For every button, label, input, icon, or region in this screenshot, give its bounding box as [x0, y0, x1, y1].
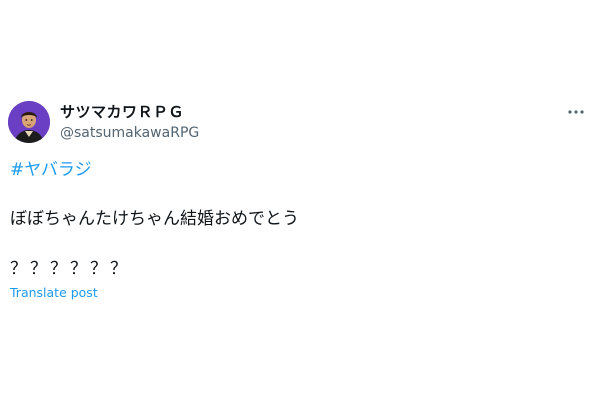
tweet-header: サツマカワＲＰＧ @satsumakawaRPG [8, 100, 592, 146]
user-handle[interactable]: @satsumakawaRPG [60, 123, 199, 143]
tweet: サツマカワＲＰＧ @satsumakawaRPG #ヤバラジ ぼぼちゃんたけちゃ… [0, 0, 600, 400]
tweet-text-line: ？？？？？？ [10, 259, 130, 279]
author-block: サツマカワＲＰＧ @satsumakawaRPG [60, 102, 199, 143]
avatar-photo-icon [8, 101, 50, 143]
more-button[interactable] [564, 100, 588, 124]
avatar[interactable] [8, 101, 50, 143]
display-name[interactable]: サツマカワＲＰＧ [60, 102, 199, 122]
translate-post-link[interactable]: Translate post [10, 284, 98, 302]
tweet-text-line: ぼぼちゃんたけちゃん結婚おめでとう [10, 209, 299, 229]
more-dots-icon [568, 110, 584, 114]
hashtag-link[interactable]: #ヤバラジ [10, 158, 92, 182]
